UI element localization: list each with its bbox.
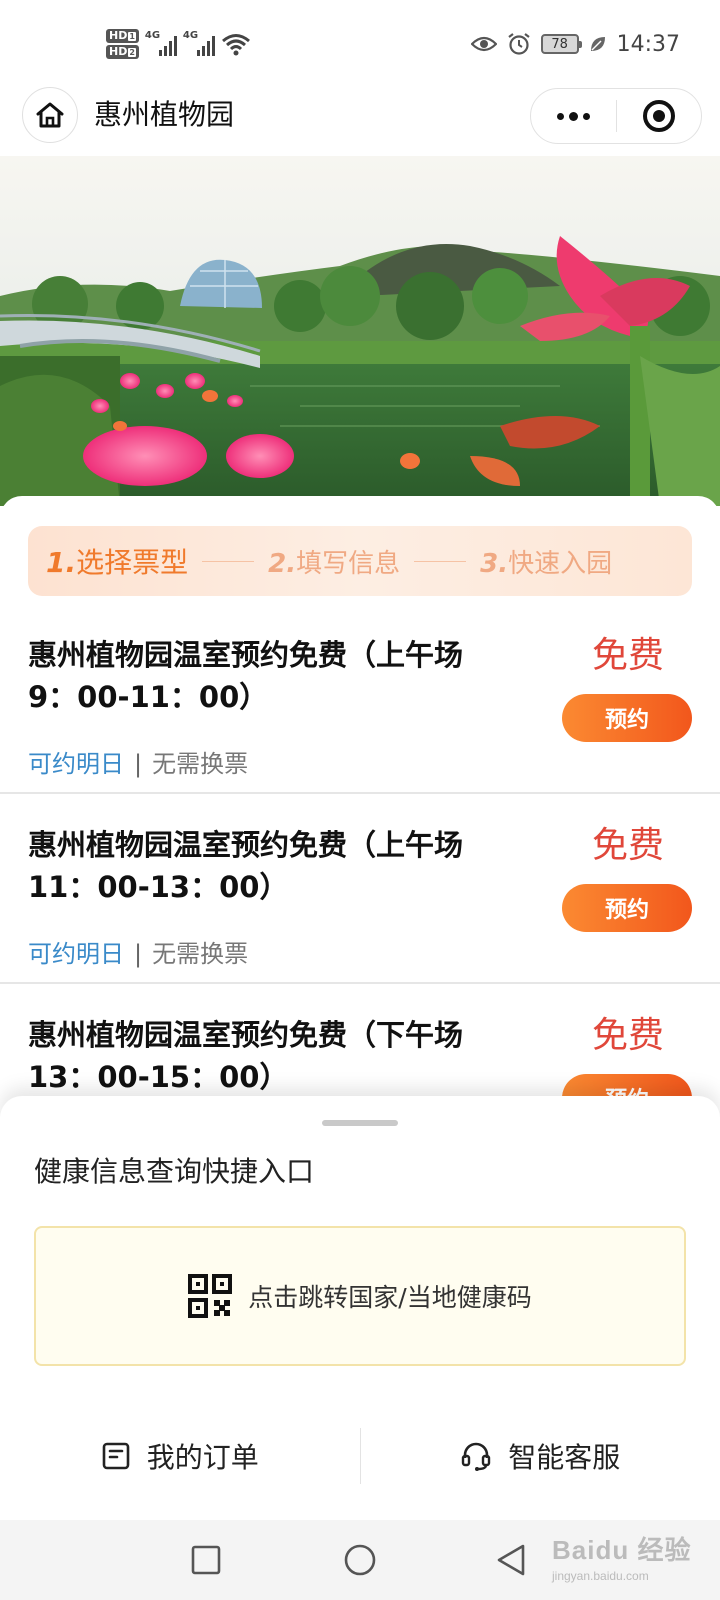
- hd-badge-2: HD 2: [106, 45, 139, 59]
- square-icon: [191, 1545, 221, 1575]
- circle-icon: [344, 1544, 376, 1576]
- step-1: 1.选择票型: [46, 546, 189, 579]
- ticket-tags: 可约明日 | 无需换票: [28, 938, 248, 970]
- home-icon: [36, 102, 64, 128]
- book-button[interactable]: 预约: [562, 884, 692, 932]
- home-button[interactable]: [22, 87, 78, 143]
- system-navigation-bar: Baidu 经验 jingyan.baidu.com: [0, 1520, 720, 1600]
- ticket-price: 免费: [592, 635, 665, 676]
- step-divider: [414, 560, 467, 562]
- ticket-title: 惠州植物园温室预约免费（下午场13：00-15：00）: [28, 1018, 464, 1094]
- status-right: 78 14:37: [470, 28, 680, 60]
- hd-badge-1: HD 1: [106, 29, 139, 43]
- order-icon: [102, 1442, 130, 1470]
- ticket-price: 免费: [592, 825, 665, 866]
- recents-button[interactable]: [186, 1540, 226, 1580]
- more-button[interactable]: [531, 89, 616, 143]
- step-3: 3.快速入园: [480, 548, 613, 579]
- tag-no-exchange: 无需换票: [152, 940, 249, 968]
- ticket-title: 惠州植物园温室预约免费（上午场11：00-13：00）: [28, 828, 464, 904]
- status-left: HD 1 HD 2 4G 4G: [106, 24, 251, 64]
- book-button[interactable]: 预约: [562, 1074, 692, 1096]
- smart-service-label: 智能客服: [508, 1441, 621, 1474]
- more-dots-icon: [557, 112, 564, 120]
- leaf-icon: [590, 37, 605, 51]
- step-2: 2.填写信息: [268, 548, 401, 579]
- nav-bar: 惠州植物园: [0, 80, 720, 156]
- home-system-button[interactable]: [340, 1540, 380, 1580]
- back-button[interactable]: [492, 1540, 532, 1580]
- bottom-action-bar: 我的订单 智能客服: [0, 1392, 720, 1520]
- step-divider: [202, 560, 255, 562]
- sheet-title: 健康信息查询快捷入口: [34, 1155, 315, 1188]
- headset-icon: [462, 1442, 491, 1471]
- ticket-price: 免费: [592, 1015, 665, 1056]
- booking-steps: 1.选择票型 2.填写信息 3.快速入园: [28, 526, 692, 596]
- status-bar: HD 1 HD 2 4G 4G 78 14:37: [0, 0, 720, 80]
- smart-service-button[interactable]: 智能客服: [361, 1392, 720, 1520]
- battery-icon: 78: [540, 34, 582, 54]
- clock-time: 14:37: [616, 31, 680, 57]
- tag-separator: |: [134, 940, 143, 968]
- page-title: 惠州植物园: [94, 98, 235, 131]
- ticket-title: 惠州植物园温室预约免费（上午场9：00-11：00）: [28, 638, 464, 714]
- qr-code-icon: [188, 1274, 233, 1318]
- tag-separator: |: [134, 750, 143, 778]
- health-info-sheet: 健康信息查询快捷入口 点击跳转国家/当地健康码: [0, 1096, 720, 1392]
- mini-program-capsule: [530, 88, 702, 144]
- garden-photo: [0, 156, 720, 506]
- signal-icon-2: 4G: [183, 30, 215, 56]
- tag-no-exchange: 无需换票: [152, 750, 249, 778]
- alarm-icon: [507, 33, 530, 55]
- my-orders-button[interactable]: 我的订单: [0, 1392, 360, 1520]
- target-close-icon: [642, 100, 675, 132]
- baidu-watermark: Baidu 经验 jingyan.baidu.com: [552, 1535, 692, 1583]
- book-button[interactable]: 预约: [562, 694, 692, 742]
- ticket-list-card: 1.选择票型 2.填写信息 3.快速入园 惠州植物园温室预约免费（上午场9：00…: [0, 496, 720, 1096]
- wifi-icon: [221, 34, 250, 56]
- health-code-link[interactable]: 点击跳转国家/当地健康码: [34, 1226, 686, 1366]
- ticket-tags: 可约明日 | 无需换票: [28, 748, 248, 780]
- signal-icon-1: 4G: [145, 30, 177, 56]
- close-button[interactable]: [617, 89, 701, 143]
- ticket-item[interactable]: 惠州植物园温室预约免费（下午场13：00-15：00） 免费 预约: [0, 984, 720, 1096]
- sheet-drag-handle[interactable]: [322, 1120, 398, 1126]
- eye-icon: [470, 36, 497, 52]
- my-orders-label: 我的订单: [146, 1441, 259, 1474]
- tag-bookable-tomorrow: 可约明日: [28, 940, 124, 968]
- ticket-item[interactable]: 惠州植物园温室预约免费（上午场11：00-13：00） 免费 预约 可约明日 |…: [0, 794, 720, 984]
- hero-banner-image: [0, 156, 720, 506]
- triangle-back-icon: [497, 1544, 525, 1576]
- hd-badges: HD 1 HD 2: [106, 29, 139, 59]
- ticket-item[interactable]: 惠州植物园温室预约免费（上午场9：00-11：00） 免费 预约 可约明日 | …: [0, 604, 720, 794]
- tag-bookable-tomorrow: 可约明日: [28, 750, 124, 778]
- health-code-link-text: 点击跳转国家/当地健康码: [248, 1283, 532, 1312]
